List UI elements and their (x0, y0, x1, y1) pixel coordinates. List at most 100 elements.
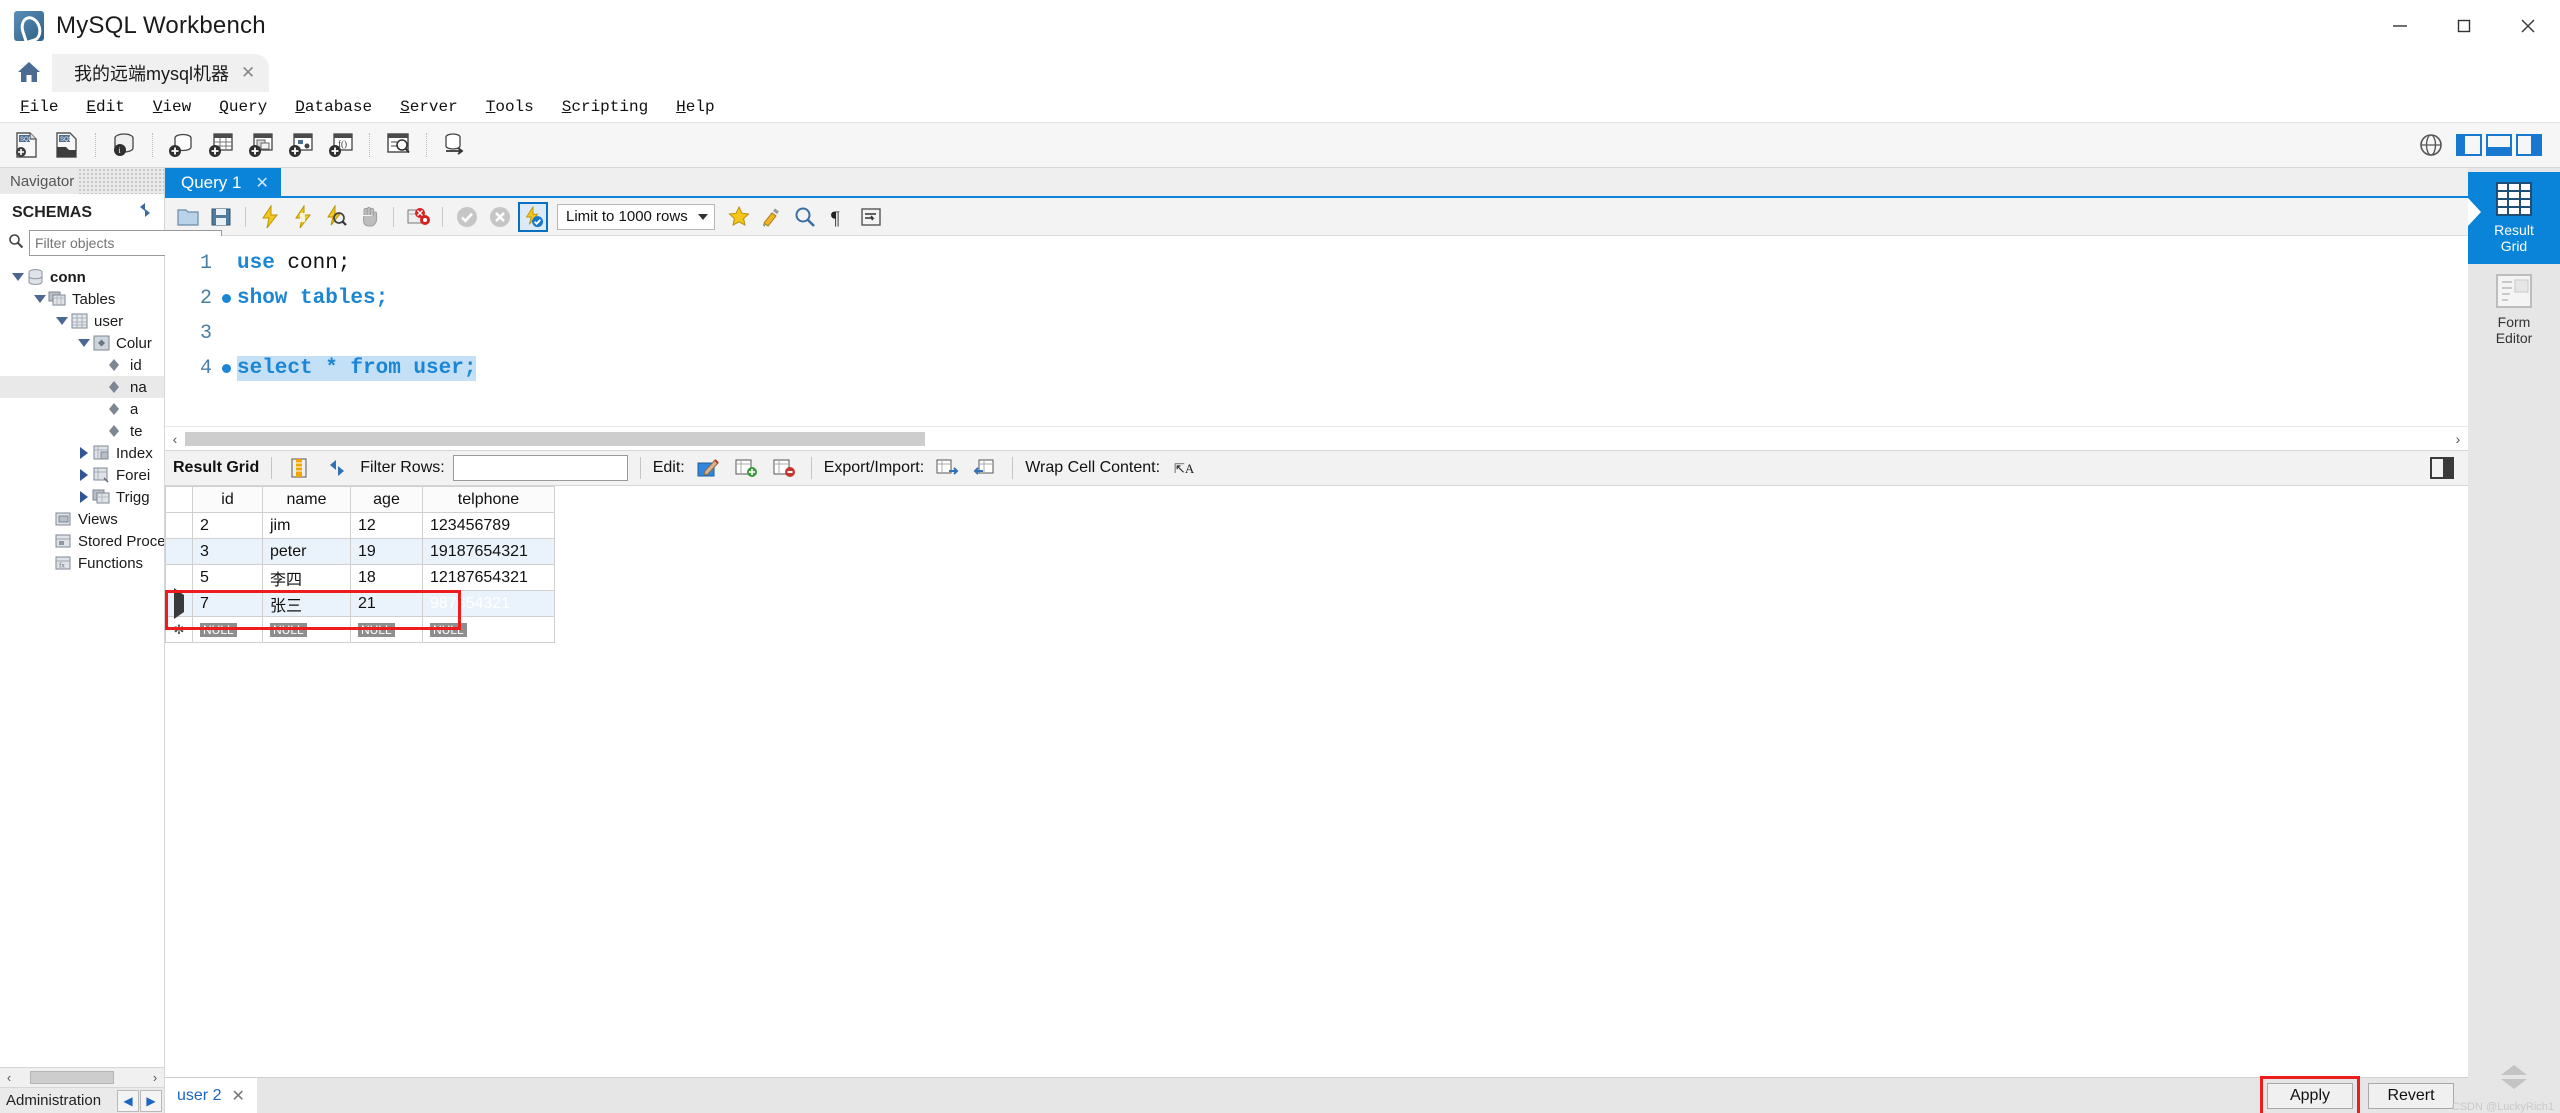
right-arrow-icon[interactable]: ▶ (140, 1089, 162, 1112)
chevron-down-icon[interactable] (54, 317, 70, 325)
menu-view[interactable]: View (139, 96, 205, 118)
sql-editor[interactable]: 1 2 3 4 use conn; show tables; select * … (165, 236, 2468, 450)
table-row[interactable]: 3 peter 19 19187654321 (165, 538, 555, 565)
cell-name[interactable]: jim (262, 512, 351, 539)
query-tab-1[interactable]: Query 1 ✕ (165, 168, 281, 198)
row-marker[interactable] (165, 512, 193, 539)
sql-code-area[interactable]: 1 2 3 4 use conn; show tables; select * … (165, 236, 2468, 426)
table-row[interactable]: 5 李四 18 12187654321 (165, 564, 555, 591)
cell-telphone[interactable]: 12187654321 (422, 564, 555, 591)
sidebar-horizontal-scrollbar[interactable]: ‹ › (0, 1067, 164, 1087)
save-script-button[interactable] (206, 202, 236, 232)
toggle-output-button[interactable] (2486, 134, 2512, 156)
chevron-down-icon[interactable] (32, 295, 48, 303)
row-marker-current[interactable] (165, 587, 193, 619)
form-editor-view-button[interactable]: Form Editor (2468, 264, 2560, 356)
toggle-invisible-chars-button[interactable]: ¶ (823, 202, 853, 232)
tree-node-triggers[interactable]: Trigg (0, 486, 164, 508)
tree-node-column-telphone[interactable]: te (0, 420, 164, 442)
cell-id[interactable]: 5 (192, 564, 263, 591)
administration-switcher[interactable]: Administration ◀ ▶ (0, 1087, 164, 1113)
new-sql-tab-button[interactable]: SQL (8, 126, 46, 164)
cell-age-null[interactable]: NULL (350, 616, 423, 643)
export-recordset-icon[interactable] (932, 455, 962, 481)
apply-button[interactable]: Apply (2267, 1082, 2353, 1109)
chevron-right-icon[interactable] (76, 491, 92, 503)
cell-age[interactable]: 21 (350, 590, 423, 617)
find-button[interactable] (790, 202, 820, 232)
menu-help[interactable]: Help (662, 96, 728, 118)
cell-telphone-selected[interactable]: 987654321 (422, 590, 555, 617)
tree-node-columns[interactable]: Colur (0, 332, 164, 354)
maximize-button[interactable] (2432, 0, 2496, 52)
execute-current-statement-button[interactable] (288, 202, 318, 232)
new-function-button[interactable]: f() (322, 126, 360, 164)
result-tab-user-2[interactable]: user 2 ✕ (165, 1077, 257, 1113)
scroll-right-icon[interactable]: › (2448, 431, 2468, 447)
wrap-text-icon[interactable]: ⇱A (1168, 455, 1198, 481)
cell-telphone[interactable]: 123456789 (422, 512, 555, 539)
cell-age[interactable]: 18 (350, 564, 423, 591)
refresh-icon[interactable] (136, 201, 154, 224)
result-tab-close-icon[interactable]: ✕ (231, 1086, 244, 1106)
close-button[interactable] (2496, 0, 2560, 52)
new-table-button[interactable] (202, 126, 240, 164)
cell-id[interactable]: 2 (192, 512, 263, 539)
cell-telphone[interactable]: 19187654321 (422, 538, 555, 565)
tree-node-tables[interactable]: Tables (0, 288, 164, 310)
save-to-snippets-button[interactable] (724, 202, 754, 232)
toggle-secondary-sidebar-button[interactable] (2516, 134, 2542, 156)
chevron-right-icon[interactable] (76, 447, 92, 459)
toggle-sidebar-button[interactable] (2456, 134, 2482, 156)
menu-server[interactable]: Server (386, 96, 472, 118)
query-tab-close-icon[interactable]: ✕ (255, 173, 268, 193)
field-types-icon[interactable] (284, 455, 314, 481)
menu-file[interactable]: File (6, 96, 72, 118)
result-grid-view-button[interactable]: Result Grid (2468, 172, 2560, 265)
table-row-new[interactable]: ✻ NULL NULL NULL NULL (165, 616, 555, 643)
menu-edit[interactable]: Edit (72, 96, 138, 118)
rollback-button[interactable] (485, 202, 515, 232)
chevron-up-icon[interactable] (2501, 1065, 2527, 1075)
cell-name-null[interactable]: NULL (262, 616, 351, 643)
execute-all-button[interactable] (255, 202, 285, 232)
tree-node-foreign-keys[interactable]: Forei (0, 464, 164, 486)
code-line-4[interactable]: select * from user; (237, 351, 2468, 386)
cell-age[interactable]: 19 (350, 538, 423, 565)
chevron-down-icon[interactable] (10, 273, 26, 281)
minimize-button[interactable] (2368, 0, 2432, 52)
split-panel-icon[interactable] (2430, 457, 2454, 479)
scroll-left-icon[interactable]: ‹ (2, 1070, 16, 1085)
open-script-button[interactable] (173, 202, 203, 232)
column-header-name[interactable]: name (262, 486, 351, 513)
revert-button[interactable]: Revert (2368, 1082, 2454, 1109)
globe-icon[interactable] (2412, 126, 2450, 164)
left-arrow-icon[interactable]: ◀ (117, 1089, 139, 1112)
editor-lines[interactable]: use conn; show tables; select * from use… (237, 246, 2468, 426)
tree-node-column-id[interactable]: id (0, 354, 164, 376)
scroll-right-icon[interactable]: › (148, 1070, 162, 1085)
row-marker[interactable] (165, 538, 193, 565)
result-grid[interactable]: id name age telphone 2 jim 12 123456789 … (165, 486, 555, 1077)
connect-to-database-button[interactable]: i (105, 126, 143, 164)
menu-database[interactable]: Database (281, 96, 386, 118)
cell-age[interactable]: 12 (350, 512, 423, 539)
import-recordset-icon[interactable] (970, 455, 1000, 481)
stop-button[interactable] (354, 202, 384, 232)
column-header-id[interactable]: id (192, 486, 263, 513)
new-view-button[interactable] (242, 126, 280, 164)
cell-name[interactable]: 张三 (262, 590, 351, 617)
limit-rows-select[interactable]: Limit to 1000 rows (557, 203, 715, 230)
delete-row-icon[interactable] (769, 455, 799, 481)
open-sql-script-button[interactable]: SQL (48, 126, 86, 164)
cell-name[interactable]: peter (262, 538, 351, 565)
scrollbar-thumb[interactable] (185, 431, 925, 446)
chevron-down-icon[interactable] (697, 213, 708, 220)
code-line-2[interactable]: show tables; (237, 281, 2468, 316)
chevron-down-icon[interactable] (76, 339, 92, 347)
toggle-breakpoint-button[interactable] (403, 202, 433, 232)
refresh-icon[interactable] (322, 455, 352, 481)
tree-node-indexes[interactable]: Index (0, 442, 164, 464)
menu-query[interactable]: Query (205, 96, 281, 118)
row-marker[interactable] (165, 564, 193, 591)
